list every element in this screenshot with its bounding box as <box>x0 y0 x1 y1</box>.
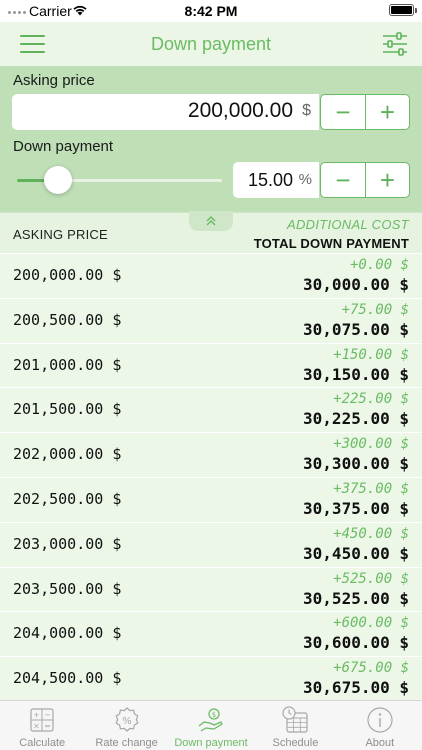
table-row[interactable]: 202,000.00 $ +300.00 $30,300.00 $ <box>0 433 422 478</box>
svg-text:−: − <box>44 711 51 720</box>
svg-text:+: + <box>33 711 40 720</box>
table-row[interactable]: 204,000.00 $ +600.00 $30,600.00 $ <box>0 612 422 658</box>
row-additional-cost: +225.00 $ <box>333 391 409 408</box>
down-payment-label: Down payment <box>13 138 114 155</box>
page-title: Down payment <box>150 34 272 54</box>
table-row[interactable]: 201,000.00 $ +150.00 $30,150.00 $ <box>0 343 422 389</box>
collapse-handle[interactable] <box>189 211 233 231</box>
row-additional-cost: +150.00 $ <box>333 346 409 363</box>
row-asking-price: 203,000.00 $ <box>13 534 122 553</box>
row-total-down-payment: 30,225.00 $ <box>303 409 409 429</box>
results-list[interactable]: 200,000.00 $ +0.00 $ 30,000.00 $ 200,500.00… <box>0 254 422 702</box>
row-total-down-payment: 30,150.00 $ <box>303 364 409 384</box>
down-payment-decrement-button[interactable]: − <box>321 163 365 197</box>
table-row[interactable]: 203,000.00 $ +450.00 $30,450.00 $ <box>0 522 422 568</box>
row-asking-price: 201,500.00 $ <box>13 400 122 419</box>
tab-calculate[interactable]: + − × = Calculate <box>0 701 84 750</box>
table-row[interactable]: 204,500.00 $ +675.00 $30,675.00 $ <box>0 657 422 702</box>
row-total-down-payment: 30,075.00 $ <box>303 319 409 339</box>
input-panel: Asking price 200,000.00 $ − + Down payme… <box>0 66 422 212</box>
column-additional-cost: ADDITIONAL COST <box>286 217 409 232</box>
signal-icon <box>8 11 26 14</box>
calculator-icon: + − × = <box>30 708 54 732</box>
wifi-icon <box>73 5 87 16</box>
row-asking-price: 201,000.00 $ <box>13 355 122 374</box>
row-asking-price: 204,000.00 $ <box>13 624 122 643</box>
row-total-down-payment: 30,450.00 $ <box>303 543 409 563</box>
row-total-down-payment: 30,600.00 $ <box>303 633 409 653</box>
tab-label: Rate change <box>95 737 158 749</box>
carrier-label: Carrier <box>29 3 72 19</box>
asking-price-decrement-button[interactable]: − <box>321 95 365 129</box>
table-row[interactable]: 202,500.00 $ +375.00 $30,375.00 $ <box>0 477 422 523</box>
row-total-down-payment: 30,525.00 $ <box>303 588 409 608</box>
table-header: ASKING PRICE ADDITIONAL COST TOTAL DOWN … <box>0 211 422 253</box>
row-additional-cost: +525.00 $ <box>333 570 409 587</box>
row-total-down-payment: 30,300.00 $ <box>303 454 409 474</box>
menu-icon[interactable] <box>20 33 46 55</box>
tab-rate-change[interactable]: % Rate change <box>84 701 168 750</box>
table-row[interactable]: 201,500.00 $ +225.00 $30,225.00 $ <box>0 388 422 434</box>
battery-icon <box>389 4 417 16</box>
asking-price-unit: $ <box>302 102 311 119</box>
down-payment-increment-button[interactable]: + <box>365 163 409 197</box>
row-asking-price: 200,000.00 $ <box>13 266 122 284</box>
table-row[interactable]: 200,000.00 $ +0.00 $ 30,000.00 $ <box>0 254 422 299</box>
row-asking-price: 202,500.00 $ <box>13 489 122 508</box>
asking-price-input[interactable]: 200,000.00 $ <box>12 94 319 130</box>
tab-label: Down payment <box>174 737 248 749</box>
status-bar: Carrier 8:42 PM <box>0 0 422 22</box>
row-additional-cost: +0.00 $ <box>349 257 409 273</box>
percent-badge-icon: % <box>115 707 139 732</box>
row-asking-price: 204,500.00 $ <box>13 669 122 688</box>
info-icon <box>367 707 393 733</box>
tab-about[interactable]: About <box>338 701 422 750</box>
row-asking-price: 202,000.00 $ <box>13 445 122 464</box>
tab-label: About <box>365 737 395 749</box>
tab-down-payment[interactable]: $ Down payment <box>169 701 253 750</box>
row-additional-cost: +600.00 $ <box>333 615 409 632</box>
asking-price-increment-button[interactable]: + <box>365 95 409 129</box>
svg-text:$: $ <box>212 711 216 719</box>
row-asking-price: 203,500.00 $ <box>13 579 122 598</box>
column-asking-price: ASKING PRICE <box>13 227 108 242</box>
row-additional-cost: +300.00 $ <box>333 436 409 453</box>
tab-bar: + − × = Calculate % Rate change $ Down p… <box>0 700 422 750</box>
down-payment-slider[interactable] <box>17 166 222 194</box>
row-total-down-payment: 30,375.00 $ <box>303 498 409 518</box>
row-additional-cost: +675.00 $ <box>333 660 409 677</box>
down-payment-unit: % <box>298 171 312 188</box>
row-asking-price: 200,500.00 $ <box>13 310 122 329</box>
row-total-down-payment: 30,675.00 $ <box>303 678 409 698</box>
tab-schedule[interactable]: Schedule <box>253 701 337 750</box>
table-row[interactable]: 200,500.00 $ +75.00 $30,075.00 $ <box>0 298 422 344</box>
chevron-up-double-icon <box>206 216 216 226</box>
asking-price-label: Asking price <box>13 72 95 89</box>
row-additional-cost: +375.00 $ <box>333 480 409 497</box>
asking-price-stepper[interactable]: − + <box>320 94 410 130</box>
down-payment-input[interactable]: 15.00 % <box>233 162 319 198</box>
svg-text:%: % <box>122 716 132 727</box>
svg-text:×: × <box>33 722 40 731</box>
sliders-icon[interactable] <box>382 32 408 56</box>
row-additional-cost: +75.00 $ <box>341 301 409 318</box>
navigation-bar: Down payment <box>0 22 422 66</box>
svg-text:=: = <box>44 722 51 731</box>
row-total-down-payment: 30,000.00 $ <box>303 275 409 294</box>
row-additional-cost: +450.00 $ <box>333 525 409 542</box>
calendar-clock-icon <box>282 706 309 733</box>
column-total-down-payment: TOTAL DOWN PAYMENT <box>253 236 409 251</box>
slider-thumb[interactable] <box>44 166 72 194</box>
hand-money-icon: $ <box>198 708 223 732</box>
tab-label: Calculate <box>19 737 66 749</box>
tab-label: Schedule <box>272 737 319 749</box>
asking-price-value: 200,000.00 <box>187 99 293 122</box>
down-payment-value: 15.00 <box>247 170 293 190</box>
down-payment-stepper[interactable]: − + <box>320 162 410 198</box>
table-row[interactable]: 203,500.00 $ +525.00 $30,525.00 $ <box>0 567 422 613</box>
